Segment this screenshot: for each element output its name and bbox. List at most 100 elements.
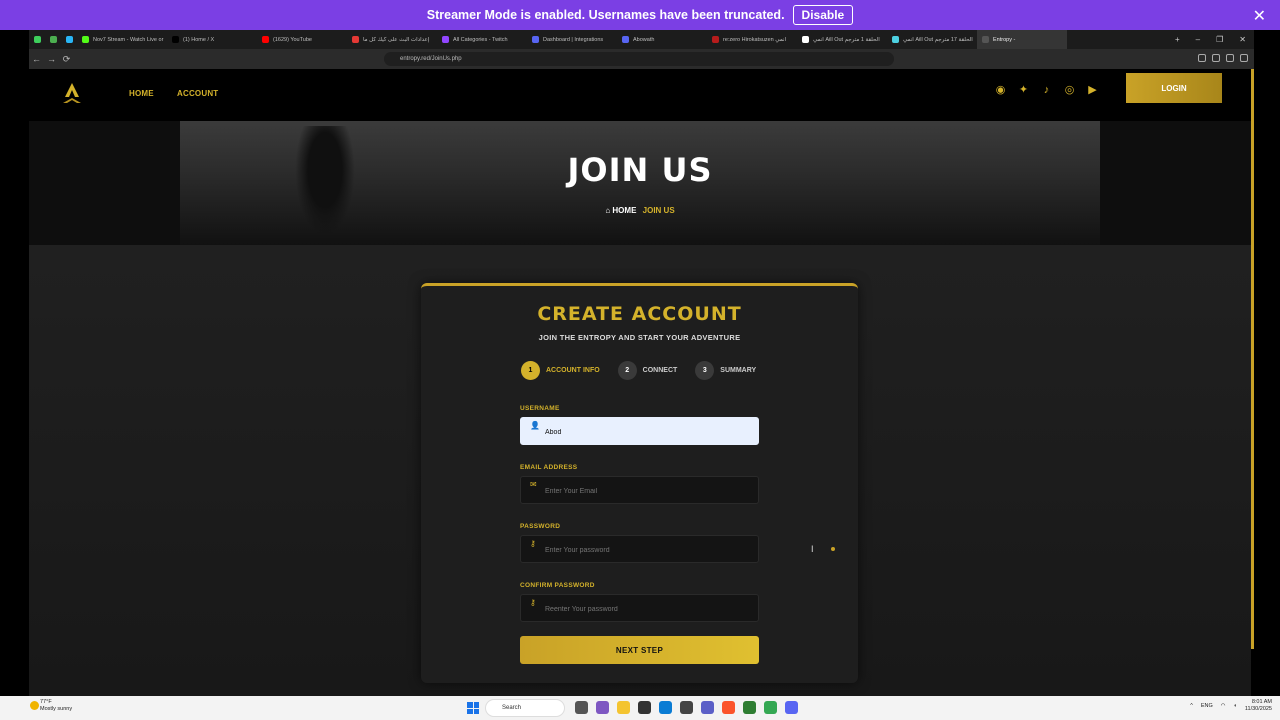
username-label: USERNAME [520, 405, 560, 412]
browser-tab[interactable]: (1) Home / X [167, 30, 257, 49]
tray-chevron-icon[interactable]: ^ [1190, 703, 1193, 709]
start-menu-icon[interactable] [467, 702, 479, 714]
tab-strip: Nov7 Stream - Watch Live or (1) Home / X (… [29, 30, 1254, 49]
wifi-icon[interactable]: ◠ [1221, 703, 1226, 709]
page-title: JOIN US [567, 151, 713, 189]
browser-tab[interactable]: انمي Aill Out الحلقة 17 مترجم [887, 30, 977, 49]
entropy-logo-icon[interactable] [59, 81, 85, 107]
browser-tab[interactable]: Abowath [617, 30, 707, 49]
page-scrollbar[interactable] [1251, 69, 1254, 649]
app-icon[interactable] [701, 701, 714, 714]
step-number: 3 [695, 361, 715, 380]
url-field[interactable]: entropy.red/JoinUs.php [384, 52, 894, 66]
step-connect: 2 CONNECT [617, 361, 677, 380]
browser-tab[interactable]: re:zero Hirokatsuzen انمي [707, 30, 797, 49]
breadcrumb-home[interactable]: HOME [612, 206, 636, 215]
youtube-icon[interactable]: ▶ [1086, 84, 1099, 97]
taskbar-search[interactable]: Search [485, 699, 565, 717]
brave-icon[interactable] [722, 701, 735, 714]
tab-favicon-icon [712, 36, 719, 43]
tab-label: (1) Home / X [183, 36, 215, 43]
forward-icon[interactable]: → [44, 54, 59, 64]
browser-tab[interactable]: انمي Aill Out الحلقة 1 مترجم [797, 30, 887, 49]
nav-account-link[interactable]: ACCOUNT [177, 89, 218, 98]
copilot-icon[interactable] [596, 701, 609, 714]
username-input[interactable] [545, 424, 745, 440]
confirm-password-input[interactable] [545, 601, 745, 617]
site-header: HOME ACCOUNT ◉ ✦ ♪ ◎ ▶ LOGIN [29, 69, 1251, 121]
volume-icon[interactable]: ◖ [1234, 703, 1237, 709]
twitter-icon[interactable]: ✦ [1017, 84, 1030, 97]
disable-streamer-button[interactable]: Disable [792, 5, 854, 25]
sidebar-icon[interactable] [1226, 54, 1234, 62]
search-label: Search [502, 705, 522, 711]
discord-app-icon[interactable] [785, 701, 798, 714]
password-label: PASSWORD [520, 523, 561, 530]
password-indicator-dot [831, 547, 835, 551]
task-view-icon[interactable] [575, 701, 588, 714]
sun-icon [30, 701, 39, 710]
browser-tab[interactable]: (1629) YouTube [257, 30, 347, 49]
web-page: HOME ACCOUNT ◉ ✦ ♪ ◎ ▶ LOGIN JOIN US ⌂ H… [29, 69, 1251, 696]
clock[interactable]: 8:01 AM 11/30/2025 [1245, 699, 1272, 713]
discord-icon[interactable]: ◉ [994, 84, 1007, 97]
lang-indicator[interactable]: ENG [1201, 703, 1213, 709]
app-icon[interactable] [680, 701, 693, 714]
confirm-password-field[interactable]: ⚷ [520, 594, 759, 622]
tab-favicon-icon [82, 36, 89, 43]
tab-favicon-icon [622, 36, 629, 43]
password-field[interactable]: ⚷ I [520, 535, 835, 563]
nav-home-link[interactable]: HOME [129, 89, 154, 98]
browser-tab[interactable]: إعدادات البث على كيك كل ما [347, 30, 437, 49]
social-links: ◉ ✦ ♪ ◎ ▶ [994, 84, 1099, 97]
confirm-password-label: CONFIRM PASSWORD [520, 582, 595, 589]
edge-icon[interactable] [659, 701, 672, 714]
email-field[interactable]: ✉ [520, 476, 759, 504]
close-window-icon[interactable]: ✕ [1239, 35, 1246, 44]
next-step-button[interactable]: NEXT STEP [520, 636, 759, 664]
browser-tab[interactable]: Nov7 Stream - Watch Live or [77, 30, 167, 49]
tab-favicon-icon [352, 36, 359, 43]
taskbar-apps [575, 701, 798, 714]
extensions-icon[interactable] [1198, 54, 1206, 62]
file-explorer-icon[interactable] [617, 701, 630, 714]
password-input[interactable] [545, 542, 745, 558]
window-controls: + – ❐ ✕ [1175, 35, 1254, 44]
reload-icon[interactable]: ⟳ [59, 54, 74, 65]
step-label: SUMMARY [720, 367, 757, 374]
url-text: entropy.red/JoinUs.php [400, 56, 462, 62]
login-button[interactable]: LOGIN [1126, 73, 1222, 103]
browser-tab[interactable]: Entropy - [977, 30, 1067, 49]
address-bar: ← → ⟳ entropy.red/JoinUs.php [29, 49, 1254, 69]
browser-tab[interactable]: All Categories - Twitch [437, 30, 527, 49]
tab-label: إعدادات البث على كيك كل ما [363, 36, 430, 43]
maximize-icon[interactable]: ❐ [1216, 35, 1223, 44]
hero-banner: JOIN US ⌂ HOME JOIN US [29, 121, 1251, 245]
step-summary: 3 SUMMARY [695, 361, 756, 380]
streamer-mode-banner: Streamer Mode is enabled. Usernames have… [0, 0, 1280, 30]
browser-tab[interactable] [45, 30, 61, 49]
back-icon[interactable]: ← [29, 54, 44, 64]
username-field[interactable]: 👤 [520, 417, 759, 445]
tab-label: انمي Aill Out الحلقة 17 مترجم [903, 36, 973, 43]
chatgpt-icon[interactable] [638, 701, 651, 714]
app-icon[interactable] [743, 701, 756, 714]
new-tab-button[interactable]: + [1175, 35, 1180, 44]
streamer-message: Streamer Mode is enabled. Usernames have… [426, 8, 785, 22]
chrome-icon[interactable] [764, 701, 777, 714]
toolbar-icons [1198, 54, 1248, 62]
minimize-icon[interactable]: – [1196, 35, 1200, 44]
close-icon[interactable]: ✕ [1253, 6, 1266, 26]
instagram-icon[interactable]: ◎ [1063, 84, 1076, 97]
wallet-icon[interactable] [1212, 54, 1220, 62]
email-input[interactable] [545, 483, 745, 499]
browser-tab[interactable] [61, 30, 77, 49]
step-number: 1 [521, 361, 540, 380]
menu-icon[interactable] [1240, 54, 1248, 62]
browser-tab[interactable]: Dashboard | Integrations [527, 30, 617, 49]
step-label: ACCOUNT INFO [546, 367, 600, 374]
weather-widget[interactable]: 77°F Mostly sunny [30, 699, 72, 713]
browser-tab[interactable] [29, 30, 45, 49]
tiktok-icon[interactable]: ♪ [1040, 84, 1053, 97]
user-icon: 👤 [530, 421, 540, 430]
